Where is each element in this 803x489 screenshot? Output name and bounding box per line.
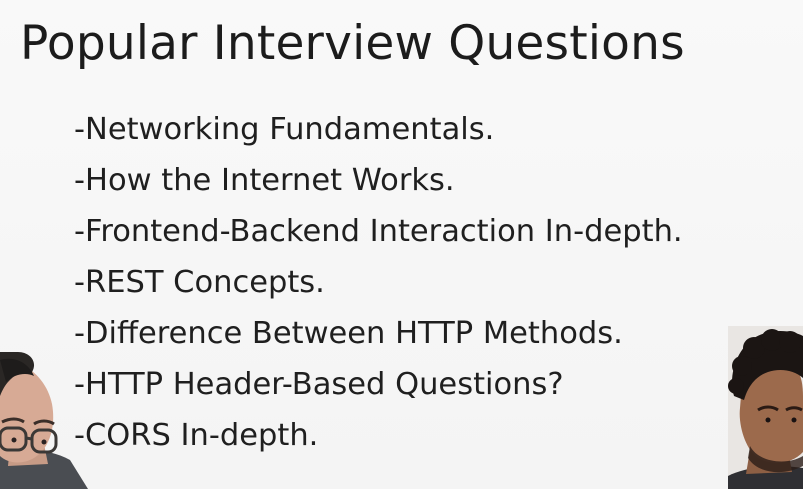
slide-title: Popular Interview Questions: [20, 16, 685, 71]
list-item: -How the Internet Works.: [74, 163, 455, 198]
person-left-image: [0, 352, 88, 489]
list-item: -HTTP Header-Based Questions?: [74, 367, 564, 402]
slide: Popular Interview Questions -Networking …: [0, 0, 803, 489]
person-right-image: [728, 326, 803, 489]
list-item: -REST Concepts.: [74, 265, 325, 300]
question-list: -Networking Fundamentals. -How the Inter…: [74, 104, 683, 461]
list-item: -Networking Fundamentals.: [74, 112, 495, 147]
list-item: -CORS In-depth.: [74, 418, 319, 453]
webcam-right: [728, 326, 803, 489]
list-item: -Frontend-Backend Interaction In-depth.: [74, 214, 683, 249]
list-item: -Difference Between HTTP Methods.: [74, 316, 623, 351]
webcam-left: [0, 352, 88, 489]
